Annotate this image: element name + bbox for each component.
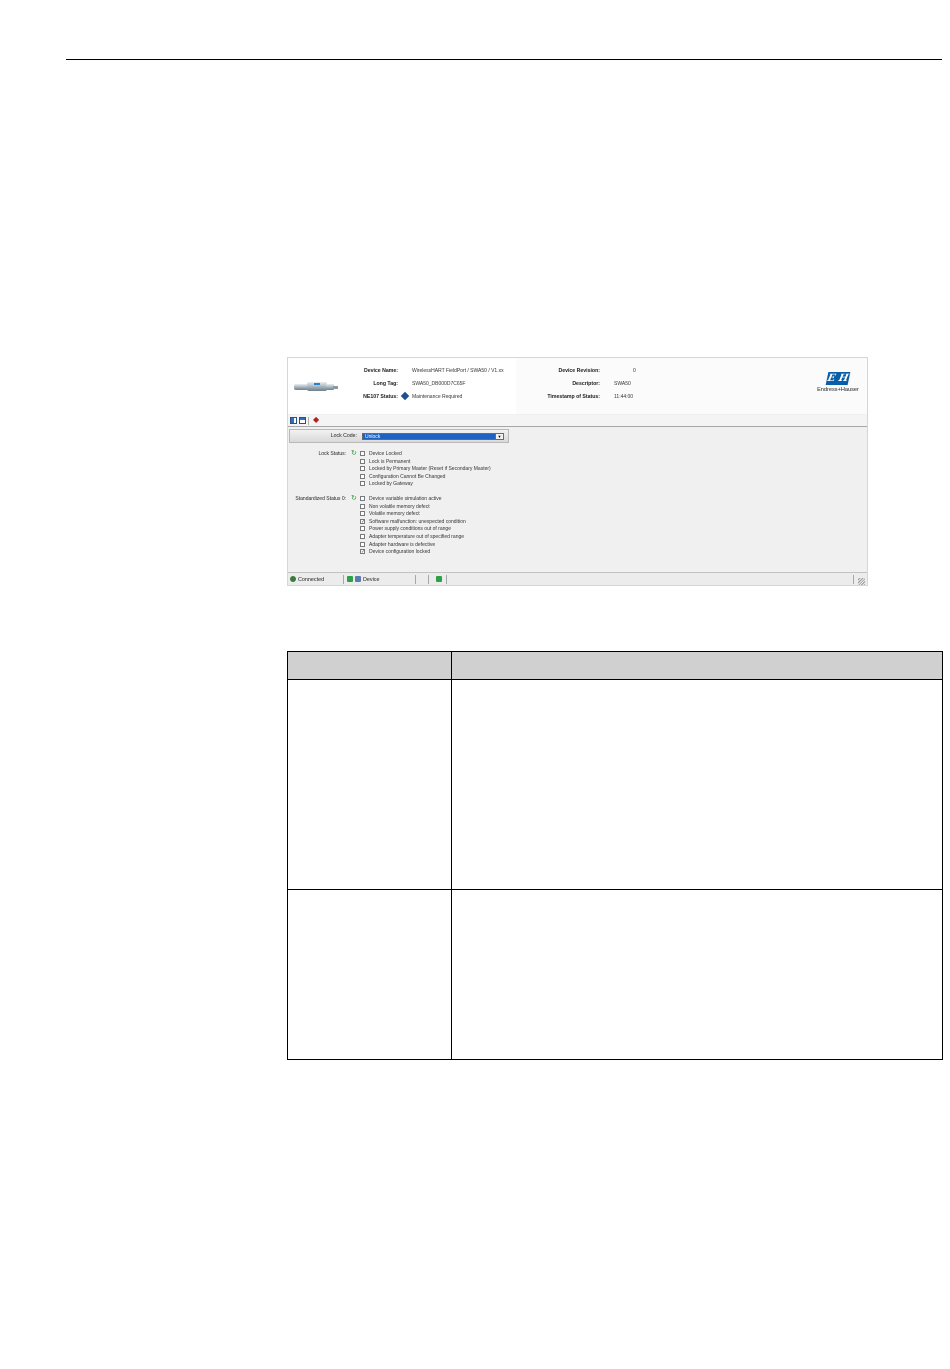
long-tag-label: Long Tag: <box>373 381 398 387</box>
descriptor-value: SWA50 <box>614 381 631 387</box>
ne107-status-label: NE107 Status: <box>363 394 398 400</box>
help-book-icon[interactable]: ◆ <box>313 416 321 424</box>
device-user-icon <box>355 576 361 582</box>
refresh-icon[interactable]: ↻ <box>351 495 358 502</box>
timestamp-label: Timestamp of Status: <box>547 394 600 400</box>
status-separator <box>853 575 854 584</box>
device-image-icon <box>294 382 338 391</box>
status-separator <box>428 575 429 584</box>
table-cell <box>287 889 452 1060</box>
status-separator <box>446 575 447 584</box>
maintenance-diamond-icon <box>400 391 410 401</box>
device-revision-label: Device Revision: <box>558 368 600 374</box>
lock-code-row: Lock Code: Unlock ▼ <box>289 429 509 443</box>
ne107-status-value: Maintenance Required <box>412 394 463 400</box>
lock-code-label: Lock Code: <box>330 433 357 439</box>
standardized-status-item: Volatile memory defect <box>360 511 466 519</box>
standardized-status-item: Adapter temperature out of specified ran… <box>360 533 466 542</box>
checkbox[interactable] <box>360 451 365 456</box>
checkbox[interactable] <box>360 541 365 547</box>
status-separator <box>343 575 344 584</box>
network-icon <box>436 576 442 582</box>
network-status <box>436 576 444 583</box>
resize-grip-icon[interactable] <box>858 578 865 585</box>
checkbox[interactable] <box>360 458 365 464</box>
table-header-cell <box>451 651 943 680</box>
brand-name: Endress+Hauser <box>817 387 859 393</box>
endress-hauser-logo: E H Endress+Hauser <box>812 372 864 398</box>
lock-status-item: Configuration Cannot Be Changed <box>360 473 491 482</box>
chevron-down-icon[interactable]: ▼ <box>495 434 503 439</box>
checkbox[interactable] <box>360 466 365 472</box>
lock-code-select[interactable]: Unlock ▼ <box>362 433 504 440</box>
toolbar: ◆ <box>288 415 867 427</box>
status-bar: Connected Device <box>288 572 867 585</box>
connection-status: Connected <box>290 576 324 583</box>
description-table <box>287 651 943 1060</box>
lock-status-item: Locked by Gateway <box>360 481 491 489</box>
standardized-status-label: Standardized Status 0: <box>295 496 346 502</box>
standardized-status-item: ✓ Device configuration locked <box>360 549 431 556</box>
device-status: Device <box>347 576 379 583</box>
checkbox[interactable]: ✓ <box>360 518 365 524</box>
status-separator <box>415 575 416 584</box>
lock-status-item: Device Locked <box>360 451 491 459</box>
toolbar-separator <box>308 417 309 425</box>
device-screenshot: Device Name: WirelessHART FieldPort / SW… <box>287 357 868 586</box>
standardized-status-item: ✓ Software malfunction: unexpected condit… <box>360 518 466 525</box>
refresh-status-icon <box>347 576 353 582</box>
table-header-cell <box>287 651 452 680</box>
standardized-status-item: Adapter hardware is defective <box>360 541 466 550</box>
table-row <box>287 889 943 1060</box>
checkbox[interactable] <box>360 533 365 539</box>
checkbox[interactable] <box>360 503 365 509</box>
checkbox[interactable] <box>360 473 365 479</box>
layout-table-icon[interactable] <box>299 417 306 424</box>
table-row <box>287 679 943 890</box>
device-header: Device Name: WirelessHART FieldPort / SW… <box>288 358 867 414</box>
standardized-status-list: Device variable simulation active Non vo… <box>360 496 466 557</box>
table-cell <box>451 679 943 890</box>
checkbox[interactable] <box>360 481 365 487</box>
lock-status-label: Lock Status: <box>318 451 346 457</box>
refresh-icon[interactable]: ↻ <box>351 450 358 457</box>
standardized-status-item: Non volatile memory defect <box>360 503 466 512</box>
table-cell <box>287 679 452 890</box>
long-tag-value: SWA50_DB000D7C65F <box>412 381 466 387</box>
table-cell <box>451 889 943 1060</box>
checkbox[interactable] <box>360 496 365 501</box>
timestamp-value: 11:44:00 <box>614 394 634 400</box>
device-name-label: Device Name: <box>363 368 398 374</box>
standardized-status-item: Device variable simulation active <box>360 496 466 504</box>
top-rule <box>66 59 942 60</box>
lock-code-selected: Unlock <box>365 434 381 440</box>
lock-status-list: Device Locked Lock is Permanent Locked b… <box>360 451 491 489</box>
device-revision-value: 0 <box>633 368 636 374</box>
lock-status-item: Locked by Primary Master (Reset if Secon… <box>360 466 491 474</box>
standardized-status-item: Power supply conditions out of range <box>360 526 466 534</box>
device-name-value: WirelessHART FieldPort / SWA50 / V1.xx <box>412 368 504 374</box>
table-header-row <box>287 651 943 680</box>
lock-status-item: Lock is Permanent <box>360 458 491 467</box>
layout-panel-icon[interactable] <box>290 417 297 424</box>
descriptor-label: Descriptor: <box>572 381 600 387</box>
checkbox[interactable] <box>360 526 365 532</box>
connection-icon <box>290 576 296 582</box>
brand-mark: E H <box>825 372 851 385</box>
checkbox[interactable] <box>360 511 365 517</box>
checkbox[interactable]: ✓ <box>360 549 365 555</box>
